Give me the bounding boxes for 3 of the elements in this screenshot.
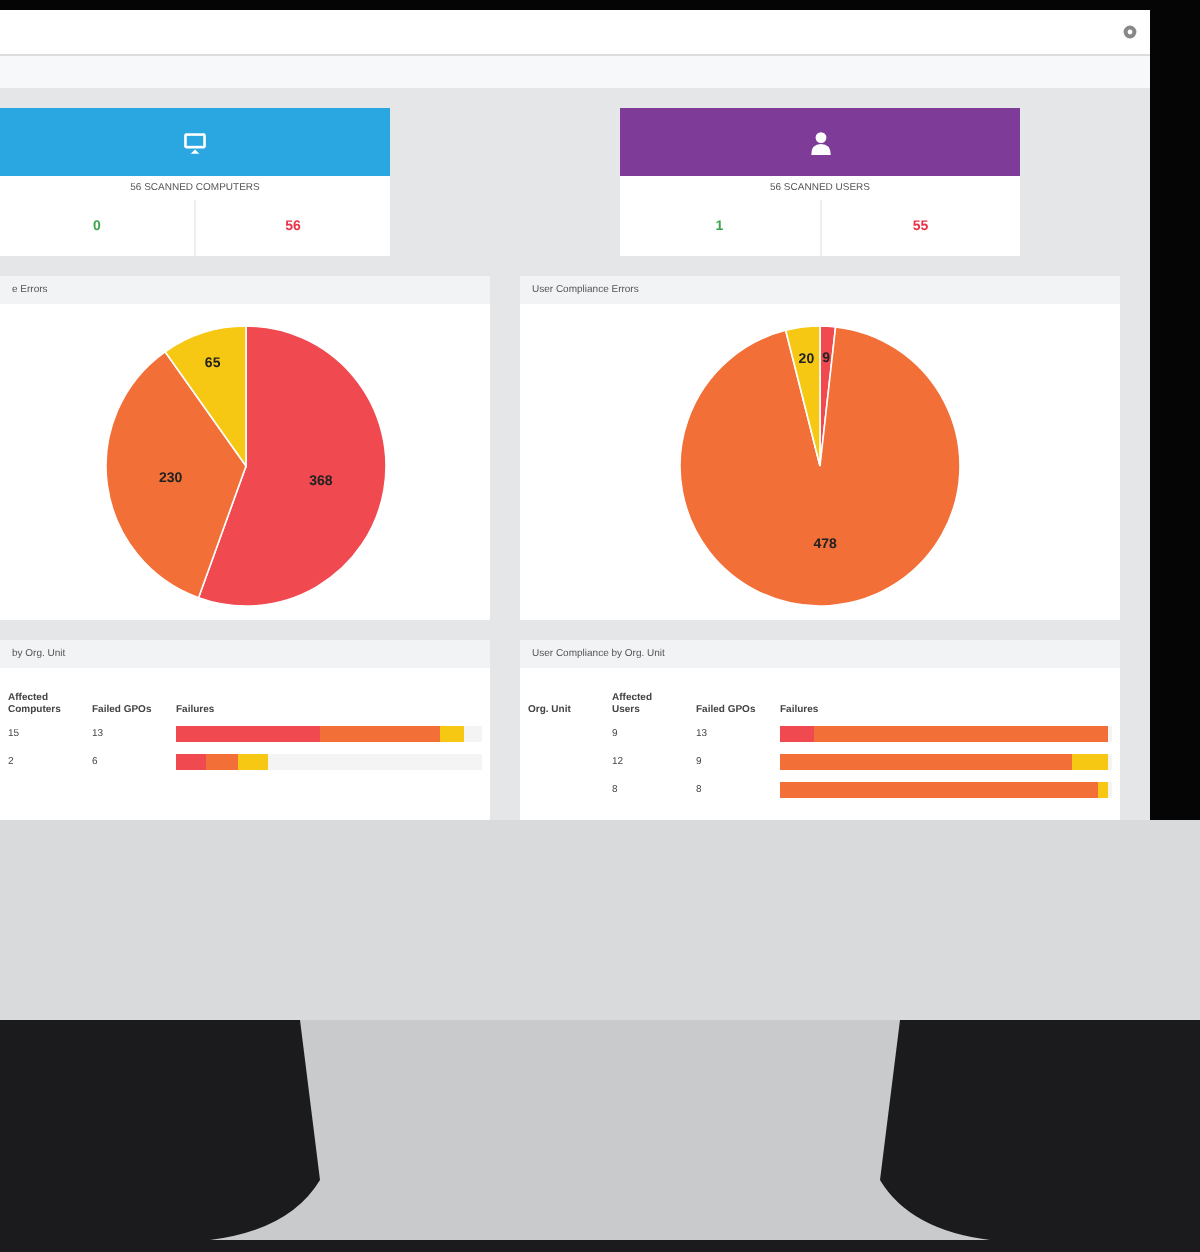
monitor-icon	[182, 129, 208, 155]
user-icon	[807, 129, 833, 155]
settings-icon[interactable]	[1122, 24, 1138, 40]
